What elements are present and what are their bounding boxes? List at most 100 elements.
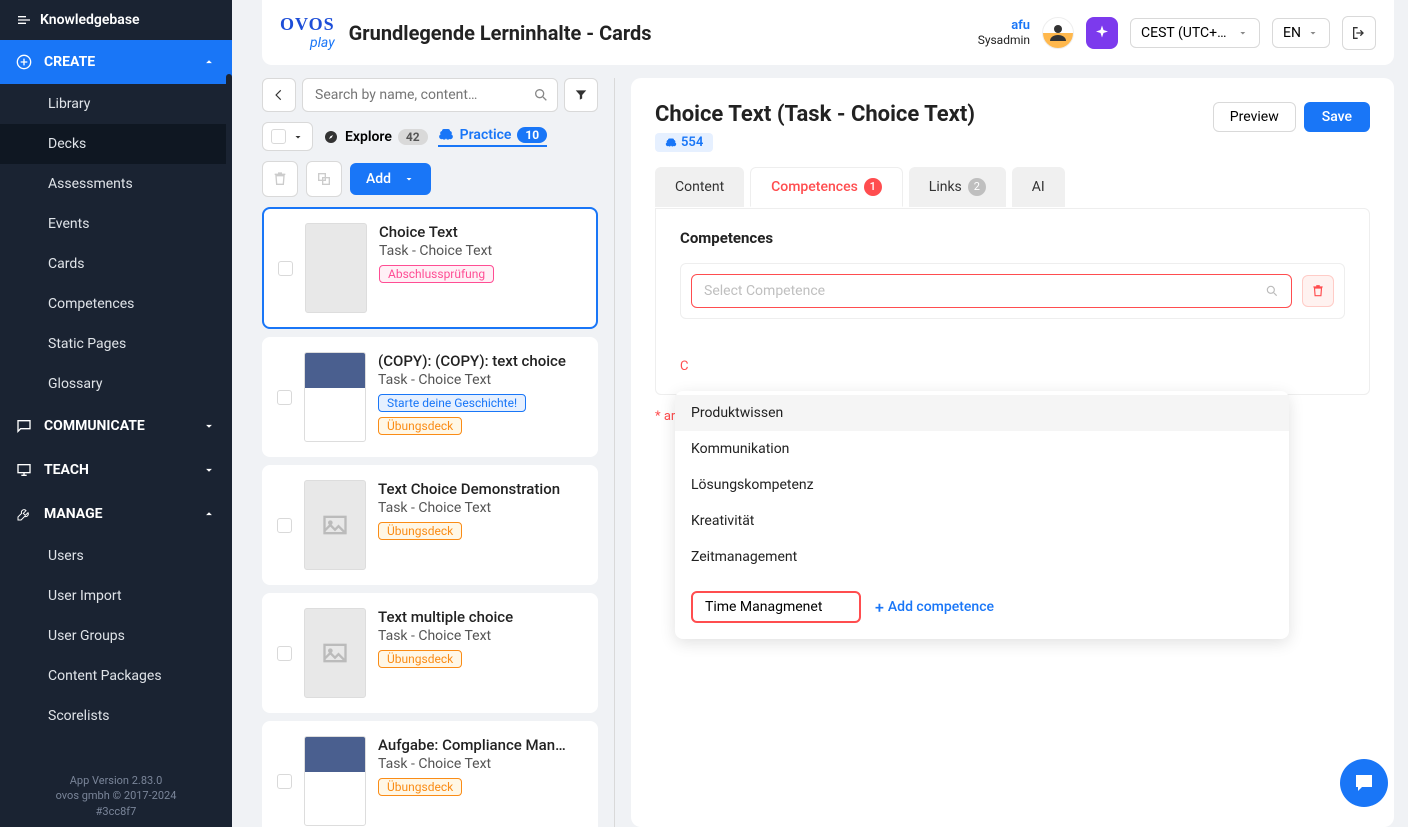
sidebar-item-users[interactable]: Users [0,536,232,576]
card-subtitle: Task - Choice Text [378,372,583,388]
chat-icon [16,418,32,434]
back-button[interactable] [262,78,296,112]
detail-title: Choice Text (Task - Choice Text) [655,102,975,127]
search-input[interactable] [311,79,533,111]
card-tag: Starte deine Geschichte! [378,394,526,412]
sidebar-item-static-pages[interactable]: Static Pages [0,324,232,364]
chevron-down-icon [1237,27,1249,39]
sidebar-item-competences[interactable]: Competences [0,284,232,324]
dropdown-option[interactable]: Zeitmanagement [675,539,1289,575]
add-competence-link[interactable]: + Add competence [875,598,994,617]
card-item[interactable]: Text multiple choiceTask - Choice TextÜb… [262,593,598,713]
card-subtitle: Task - Choice Text [378,628,583,644]
card-checkbox[interactable] [277,774,292,789]
card-item[interactable]: Choice Text Task - Choice Text Abschlusspr… [262,207,598,329]
dropdown-option[interactable]: Kommunikation [675,431,1289,467]
sidebar-section-manage[interactable]: MANAGE [0,492,232,536]
dropdown-option[interactable]: Produktwissen [675,395,1289,431]
brain-icon [665,137,677,149]
sidebar-item-decks[interactable]: Decks [0,124,232,164]
delete-button [262,161,298,197]
chevron-down-icon [292,131,304,143]
timezone-select[interactable]: CEST (UTC+0… [1130,18,1260,48]
menu-icon [16,12,32,28]
sidebar-item-glossary[interactable]: Glossary [0,364,232,404]
card-title: Aufgabe: Compliance Man… [378,736,583,754]
select-all[interactable] [262,122,313,151]
topbar: OVOS play Grundlegende Lerninhalte - Car… [262,0,1394,65]
card-title: Text Choice Demonstration [378,480,583,498]
sidebar-item-user-import[interactable]: User Import [0,576,232,616]
logout-button[interactable] [1342,16,1376,50]
add-button[interactable]: Add [350,163,431,195]
card-subtitle: Task - Choice Text [379,243,582,259]
card-item[interactable]: Text Choice Demonstration Task - Choice T… [262,465,598,585]
card-title: Text multiple choice [378,608,583,626]
card-checkbox[interactable] [278,261,293,276]
card-subtitle: Task - Choice Text [378,500,583,516]
tab-links[interactable]: Links 2 [909,167,1006,207]
card-title: Choice Text [379,223,582,241]
chevron-up-icon [202,55,216,69]
user-info: afu Sysadmin [978,18,1030,47]
card-checkbox[interactable] [277,646,292,661]
wrench-icon [16,506,32,522]
trash-icon [272,171,288,187]
copy-icon [316,171,332,187]
tab-content[interactable]: Content [655,167,744,207]
preview-button[interactable]: Preview [1213,102,1296,132]
language-select[interactable]: EN [1272,18,1330,48]
sidebar-section-communicate[interactable]: COMMUNICATE [0,404,232,448]
dropdown-option[interactable]: Lösungskompetenz [675,467,1289,503]
card-tag: Übungsdeck [378,522,462,540]
arrow-left-icon [272,88,286,102]
tab-practice[interactable]: Practice 10 [438,127,548,147]
plus-circle-icon [16,54,32,70]
ai-sparkle-button[interactable] [1086,17,1118,49]
tab-explore[interactable]: Explore 42 [323,129,428,145]
copy-button [306,161,342,197]
sidebar-section-teach[interactable]: TEACH [0,448,232,492]
detail-panel: Choice Text (Task - Choice Text) 554 Pre… [631,78,1394,827]
chevron-down-icon [403,173,415,185]
chevron-down-icon [202,419,216,433]
card-item[interactable]: Aufgabe: Compliance Man…Task - Choice Te… [262,721,598,827]
sidebar: Knowledgebase CREATE LibraryDecksAssessm… [0,0,232,827]
sidebar-item-content-packages[interactable]: Content Packages [0,656,232,696]
card-checkbox[interactable] [277,390,292,405]
card-item[interactable]: (COPY): (COPY): text choiceTask - Choice… [262,337,598,457]
select-all-checkbox[interactable] [271,129,286,144]
sidebar-item-library[interactable]: Library [0,84,232,124]
remove-competence-button[interactable] [1302,275,1334,307]
compass-icon [323,129,339,145]
intercom-button[interactable] [1340,759,1388,807]
app-name: Knowledgebase [40,12,140,28]
search-icon[interactable] [533,87,549,103]
card-thumbnail [304,352,366,442]
avatar-icon [1046,21,1070,45]
card-tag: Abschlussprüfung [379,265,494,283]
sidebar-item-events[interactable]: Events [0,204,232,244]
sidebar-item-scorelists[interactable]: Scorelists [0,696,232,736]
card-tag: Übungsdeck [378,778,462,796]
sidebar-section-create[interactable]: CREATE [0,40,232,84]
sidebar-item-assessments[interactable]: Assessments [0,164,232,204]
presentation-icon [16,462,32,478]
sidebar-item-user-groups[interactable]: User Groups [0,616,232,656]
sidebar-header: Knowledgebase [0,0,232,40]
card-thumbnail [304,736,366,826]
tab-competences[interactable]: Competences 1 [750,167,903,207]
new-competence-input[interactable] [691,591,861,623]
filter-button[interactable] [564,78,598,112]
dropdown-option[interactable]: Kreativität [675,503,1289,539]
competence-select[interactable]: Select Competence [691,274,1292,308]
chevron-down-icon [1307,27,1319,39]
sidebar-footer: App Version 2.83.0 ovos gmbh © 2017-2024… [0,765,232,827]
avatar[interactable] [1042,17,1074,49]
card-list[interactable]: Choice Text Task - Choice Text Abschlusspr… [262,207,598,827]
save-button[interactable]: Save [1304,102,1370,132]
search-field[interactable] [302,78,558,112]
card-checkbox[interactable] [277,518,292,533]
tab-ai[interactable]: AI [1012,167,1065,207]
sidebar-item-cards[interactable]: Cards [0,244,232,284]
